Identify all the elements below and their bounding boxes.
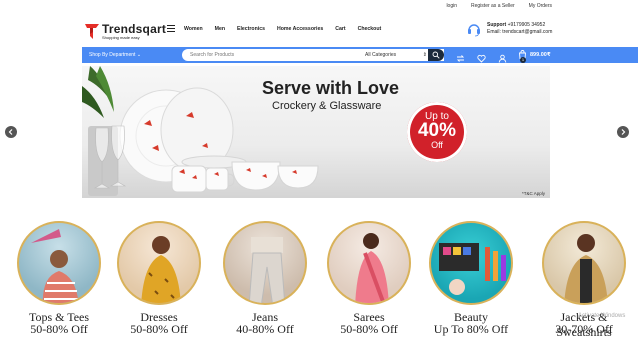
cart-button[interactable]: 1 899.00₹ [518, 50, 551, 63]
register-seller-link[interactable]: Register as a Seller [471, 3, 515, 9]
site-logo[interactable]: Trendsqart Shopping made easy [84, 22, 166, 40]
brand-name: Trendsqart [102, 22, 167, 36]
site-header: Trendsqart Shopping made easy Women Men … [0, 12, 640, 47]
category-image [17, 221, 101, 305]
main-nav: Women Men Electronics Home Accessories C… [184, 26, 381, 32]
category-select-value: All Categories [365, 52, 397, 58]
category-tile-dresses[interactable]: Dresses 50-80% Off [113, 202, 205, 336]
category-tile-sarees[interactable]: Sarees 50-80% Off [323, 202, 415, 336]
category-strip: Tops & Tees 50-80% Off Dresses 50-80% Of… [0, 202, 640, 339]
login-link[interactable]: login [446, 3, 457, 9]
cart-count-badge: 1 [520, 57, 526, 63]
category-offer: Up To 80% Off [433, 322, 509, 336]
slider-next-button[interactable] [617, 126, 629, 138]
support-phone[interactable]: +9179905 34952 [508, 22, 546, 28]
os-watermark: Activate Windows [578, 313, 626, 319]
category-offer: 40-80% Off [236, 322, 294, 336]
category-image [542, 221, 626, 305]
support-block: Support +9179905 34952 Email: trendscart… [466, 21, 552, 37]
nav-item-checkout[interactable]: Checkout [358, 26, 382, 32]
search-button[interactable] [428, 49, 444, 61]
top-links: login Register as a Seller My Orders [446, 3, 552, 9]
compare-icon[interactable] [456, 50, 465, 62]
offer-value: 40% [417, 120, 457, 141]
discount-badge: Up to 40% Off [407, 102, 467, 162]
nav-item-men[interactable]: Men [215, 26, 225, 32]
top-utility-bar: login Register as a Seller My Orders [0, 0, 640, 12]
select-caret-icon: ⇕ [422, 52, 427, 58]
nav-item-electronics[interactable]: Electronics [237, 26, 265, 32]
chevron-right-icon [621, 129, 626, 135]
search-icon [432, 51, 440, 59]
nav-item-cart[interactable]: Cart [335, 26, 345, 32]
category-image [429, 221, 513, 305]
cart-amount: 899.00₹ [530, 51, 551, 58]
header-action-icons [456, 50, 507, 63]
user-account-icon[interactable] [498, 50, 507, 63]
category-select[interactable]: All Categories ⇕ [365, 52, 427, 59]
my-orders-link[interactable]: My Orders [529, 3, 552, 9]
category-tile-tops-tees[interactable]: Tops & Tees 50-80% Off [13, 202, 105, 336]
category-image [223, 221, 307, 305]
offer-suffix: Off [431, 140, 443, 150]
department-label: Shop By Department [89, 52, 136, 58]
banner-headline: Serve with Love [262, 78, 400, 98]
support-email[interactable]: Email: trendscart@gmail.com [487, 29, 552, 36]
banner-subhead: Crockery & Glassware [272, 100, 382, 112]
category-tile-beauty[interactable]: Beauty Up To 80% Off [425, 202, 517, 336]
slider-prev-button[interactable] [5, 126, 17, 138]
search-box: All Categories ⇕ [182, 49, 444, 61]
category-offer: 30-70% Off [555, 322, 613, 336]
category-offer: 50-80% Off [340, 322, 398, 336]
category-image [327, 221, 411, 305]
menu-hamburger-icon[interactable] [167, 25, 175, 32]
nav-item-women[interactable]: Women [184, 26, 203, 32]
search-input[interactable] [190, 52, 350, 58]
shop-by-department-dropdown[interactable]: Shop By Department ⌄ [89, 52, 141, 58]
nav-item-home-accessories[interactable]: Home Accessories [277, 26, 323, 32]
support-info: Support +9179905 34952 Email: trendscart… [487, 22, 552, 36]
category-image [117, 221, 201, 305]
chevron-down-icon: ⌄ [136, 52, 142, 58]
wishlist-heart-icon[interactable] [477, 50, 486, 63]
chevron-left-icon [8, 129, 13, 135]
hero-banner[interactable]: Serve with Love Crockery & Glassware Up … [82, 66, 550, 198]
category-tile-jackets-sweatshirts[interactable]: Jackets & Sweatshirts 30-70% Off [532, 202, 636, 339]
logo-text: Trendsqart Shopping made easy [102, 22, 166, 40]
terms-note: *T&C Apply [521, 191, 545, 196]
headset-icon [466, 21, 482, 37]
category-tile-jeans[interactable]: Jeans 40-80% Off [219, 202, 311, 336]
logo-t-icon [84, 22, 100, 40]
category-offer: 50-80% Off [130, 322, 188, 336]
support-title: Support [487, 22, 507, 28]
category-offer: 50-80% Off [30, 322, 88, 336]
search-bar-strip: Shop By Department ⌄ All Categories ⇕ 1 8… [82, 47, 638, 63]
